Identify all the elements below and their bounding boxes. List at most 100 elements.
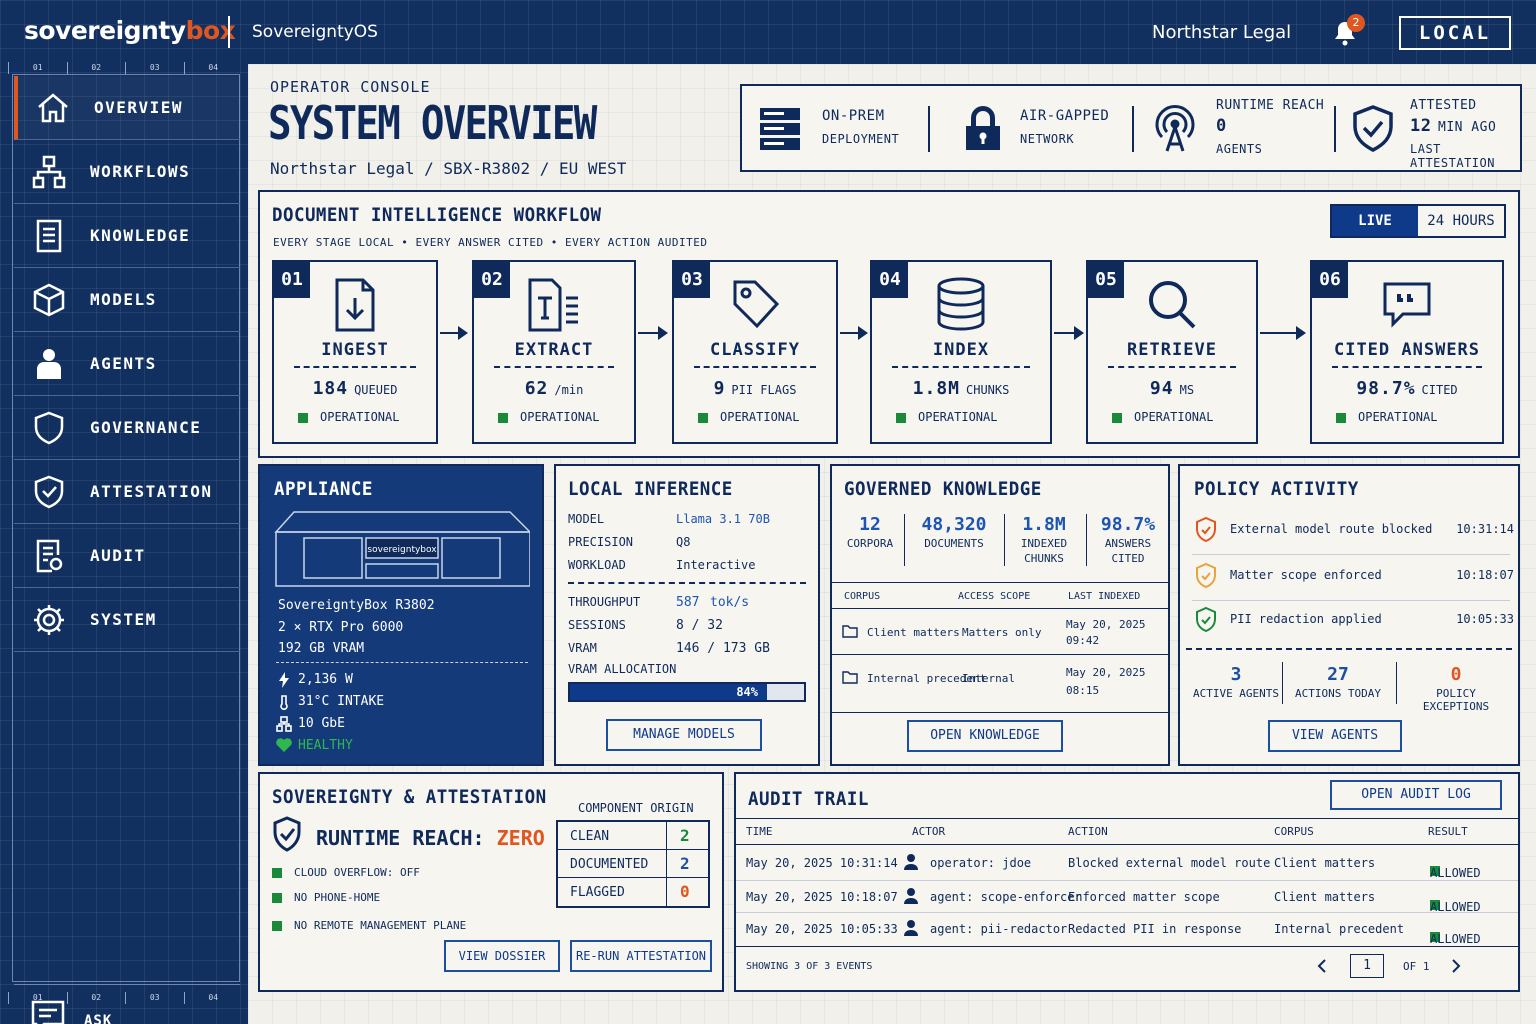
model-key: MODEL — [568, 512, 605, 526]
policy-event-time: 10:05:33 — [1456, 612, 1514, 626]
status-strip: ON-PREM DEPLOYMENT AIR-GAPPED NETWORK RU… — [740, 84, 1522, 172]
model-value: Llama 3.1 70B — [676, 512, 770, 526]
stage-status-text: OPERATIONAL — [720, 410, 800, 424]
lock-icon — [966, 106, 1000, 150]
vram-allocation-bar: 84% — [568, 682, 806, 702]
access-scope: Internal — [962, 672, 1015, 685]
toggle-live[interactable]: LIVE — [1332, 206, 1418, 236]
divider — [736, 844, 1518, 845]
sidebar-item-knowledge[interactable]: KNOWLEDGE — [14, 204, 240, 268]
check-text: CLOUD OVERFLOW: OFF — [294, 866, 420, 879]
breadcrumb[interactable]: Northstar Legal / SBX-R3802 / EU WEST — [270, 159, 626, 178]
table-row[interactable]: May 20, 2025 10:05:33 agent: pii-redacto… — [736, 912, 1516, 946]
text-extract-icon — [528, 278, 578, 332]
check-text: NO PHONE-HOME — [294, 891, 381, 904]
divider — [294, 366, 416, 368]
client-name[interactable]: Northstar Legal — [1152, 22, 1291, 43]
stage-index[interactable]: 04 INDEX 1.8M CHUNKS OPERATIONAL — [870, 260, 1052, 444]
view-dossier-button[interactable]: VIEW DOSSIER — [444, 940, 560, 972]
open-audit-log-button[interactable]: OPEN AUDIT LOG — [1330, 780, 1502, 810]
re-run-attestation-button[interactable]: RE-RUN ATTESTATION — [570, 940, 712, 972]
divider — [928, 106, 930, 152]
toggle-24-hours[interactable]: 24 HOURS — [1418, 206, 1504, 236]
stage-ingest[interactable]: 01 INGEST 184 QUEUED OPERATIONAL — [272, 260, 438, 444]
ask-sovereigntyos-button[interactable]: ASK SOVEREIGNTYOS — [14, 984, 240, 1024]
origin-row-documented[interactable]: DOCUMENTED 2 — [558, 850, 708, 878]
status-dot — [298, 412, 308, 423]
origin-value: 2 — [680, 826, 690, 845]
appliance-network: 10 GbE — [298, 716, 345, 731]
policy-event[interactable]: External model route blocked 10:31:14 — [1194, 512, 1514, 550]
view-agents-button[interactable]: VIEW AGENTS — [1268, 720, 1402, 752]
table-row[interactable]: May 20, 2025 10:18:07 agent: scope-enfor… — [736, 880, 1516, 914]
audit-corpus: Internal precedent — [1274, 922, 1405, 936]
open-knowledge-button[interactable]: OPEN KNOWLEDGE — [907, 720, 1063, 752]
sidebar-item-governance[interactable]: GOVERNANCE — [14, 396, 240, 460]
stat-value: 12 — [859, 514, 881, 535]
ruler-bottom: 01 02 03 04 — [8, 992, 242, 1004]
folder-icon — [842, 671, 858, 684]
origin-row-flagged[interactable]: FLAGGED 0 — [558, 878, 708, 906]
stat-label: ANSWERS — [1104, 537, 1152, 550]
status-dot — [272, 893, 282, 903]
divider — [832, 582, 1168, 583]
stage-status-text: OPERATIONAL — [1134, 410, 1214, 424]
divider — [1192, 600, 1510, 601]
sidebar-item-audit[interactable]: AUDIT — [14, 524, 240, 588]
heart-icon — [276, 738, 292, 752]
stage-status: OPERATIONAL — [896, 410, 997, 424]
shield-check-icon — [1353, 105, 1393, 152]
stage-number: 06 — [1312, 262, 1348, 298]
policy-event[interactable]: PII redaction applied 10:05:33 — [1194, 602, 1514, 640]
sidebar-item-agents[interactable]: AGENTS — [14, 332, 240, 396]
sidebar-item-overview[interactable]: OVERVIEW — [14, 76, 240, 140]
quote-bubble-icon — [1383, 282, 1431, 328]
column-header-action: ACTION — [1068, 825, 1108, 838]
chevron-left-icon[interactable] — [1316, 958, 1328, 974]
sidebar-item-models[interactable]: MODELS — [14, 268, 240, 332]
stage-value: 98.7% — [1356, 378, 1416, 399]
sidebar-item-workflows[interactable]: WORKFLOWS — [14, 140, 240, 204]
page-number-input[interactable]: 1 — [1350, 954, 1384, 978]
page-eyebrow: OPERATOR CONSOLE — [270, 78, 431, 96]
stage-classify[interactable]: 03 CLASSIFY 9 PII FLAGS OPERATIONAL — [672, 260, 838, 444]
stage-value: 62 — [524, 378, 549, 399]
sidebar-item-system[interactable]: SYSTEM — [14, 588, 240, 652]
stage-status-text: OPERATIONAL — [520, 410, 600, 424]
stage-extract[interactable]: 02 EXTRACT 62/min OPERATIONAL — [472, 260, 636, 444]
stage-cited-answers[interactable]: 06 CITED ANSWERS 98.7% CITED OPERATIONAL — [1310, 260, 1504, 444]
agent-icon — [37, 349, 61, 379]
sidebar-item-attestation[interactable]: ATTESTATION — [14, 460, 240, 524]
divider — [276, 662, 528, 663]
policy-event[interactable]: Matter scope enforced 10:18:07 — [1194, 558, 1514, 596]
divider — [1086, 514, 1087, 566]
chevron-right-icon[interactable] — [1450, 958, 1462, 974]
power-icon — [279, 672, 289, 688]
column-header-time: TIME — [746, 825, 773, 838]
origin-key: CLEAN — [570, 829, 610, 844]
workflow-icon — [32, 155, 66, 189]
divider — [228, 16, 230, 48]
stage-retrieve[interactable]: 05 RETRIEVE 94 MS OPERATIONAL — [1086, 260, 1258, 444]
origin-row-clean[interactable]: CLEAN 2 — [558, 822, 708, 850]
count-label: POLICY EXCEPTIONS — [1422, 687, 1490, 713]
user-icon — [904, 888, 918, 904]
status-dot — [272, 921, 282, 931]
sidebar-item-label: ATTESTATION — [90, 482, 213, 501]
manage-models-button[interactable]: MANAGE MODELS — [606, 719, 762, 751]
logo-text: sovereignty — [24, 16, 186, 45]
workflow-subtitle: EVERY STAGE LOCAL • EVERY ANSWER CITED •… — [273, 236, 708, 249]
divider — [568, 582, 806, 584]
stat-answers-cited: 98.7% ANSWERS CITED — [1092, 514, 1164, 565]
vram-allocation-key: VRAM ALLOCATION — [568, 662, 677, 676]
origin-value: 0 — [680, 882, 690, 901]
column-header-access-scope: ACCESS SCOPE — [958, 591, 1031, 602]
divider — [1282, 662, 1283, 704]
database-icon — [937, 277, 985, 331]
reach-label: RUNTIME REACH: — [316, 826, 485, 850]
audit-title: AUDIT TRAIL — [748, 788, 869, 810]
table-row[interactable]: May 20, 2025 10:31:14 operator: jdoe Blo… — [736, 846, 1516, 880]
brand-logo[interactable]: sovereigntybox — [24, 16, 236, 45]
local-mode-button[interactable]: LOCAL — [1399, 16, 1511, 50]
appliance-panel: APPLIANCE sovereigntybox SovereigntyBox … — [258, 464, 544, 766]
